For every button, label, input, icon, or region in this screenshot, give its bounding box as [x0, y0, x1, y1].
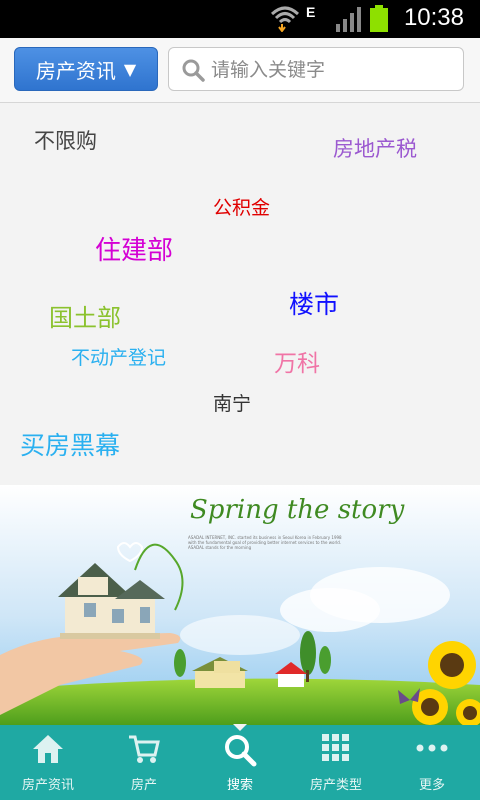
nav-item-more[interactable]: 更多: [384, 725, 480, 800]
tag-item[interactable]: 房地产税: [333, 133, 417, 163]
tag-item[interactable]: 万科: [274, 344, 320, 378]
more-icon: [416, 744, 448, 752]
nav-label: 更多: [418, 778, 445, 793]
promo-banner[interactable]: Spring the story ASADAL INTERNET, INC. s…: [0, 485, 480, 725]
wifi-icon: [270, 6, 300, 32]
category-label: 房产资讯: [35, 58, 116, 83]
signal-icon: [336, 7, 361, 32]
nav-label: 搜索: [226, 778, 253, 793]
tag-item[interactable]: 住建部: [95, 230, 173, 267]
search-icon: [225, 735, 257, 767]
search-input[interactable]: [209, 54, 453, 86]
tag-item[interactable]: 不动产登记: [71, 343, 166, 370]
status-time: 10:38: [403, 4, 464, 31]
nav-item-property[interactable]: 房产: [96, 725, 192, 800]
cart-icon: [129, 735, 160, 763]
nav-item-search[interactable]: 搜索: [192, 725, 288, 800]
dropdown-arrow-icon: ▼: [123, 59, 137, 79]
tag-item[interactable]: 楼市: [289, 285, 339, 321]
search-box[interactable]: [168, 47, 464, 91]
bottom-navigation: 房产资讯 房产 搜索 房产类型 更多: [0, 725, 480, 800]
search-header: 房产资讯 ▼: [0, 38, 480, 103]
search-icon: [182, 59, 205, 82]
banner-fine-print: ASADAL INTERNET, INC. started its busine…: [188, 535, 342, 550]
nav-label: 房产资讯: [21, 778, 74, 793]
nav-item-property-type[interactable]: 房产类型: [288, 725, 384, 800]
home-icon: [33, 735, 63, 763]
tag-item[interactable]: 不限购: [34, 125, 97, 155]
nav-label: 房产: [130, 778, 157, 793]
network-type: E: [306, 4, 316, 20]
tag-item[interactable]: 公积金: [213, 193, 270, 220]
battery-icon: [370, 5, 388, 32]
category-dropdown-button[interactable]: 房产资讯 ▼: [14, 47, 158, 91]
tag-cloud: 不限购 房地产税 公积金 住建部 楼市 国土部 不动产登记 万科 南宁 买房黑幕: [0, 103, 480, 485]
grid-icon: [322, 734, 349, 761]
tag-item[interactable]: 南宁: [213, 389, 251, 416]
banner-headline: Spring the story: [190, 495, 405, 525]
nav-item-news[interactable]: 房产资讯: [0, 725, 96, 800]
status-bar: E 10:38: [0, 0, 480, 38]
tag-item[interactable]: 买房黑幕: [20, 426, 120, 462]
tag-item[interactable]: 国土部: [49, 298, 121, 333]
banner-illustration: Spring the story ASADAL INTERNET, INC. s…: [0, 485, 480, 725]
nav-label: 房产类型: [309, 778, 362, 793]
